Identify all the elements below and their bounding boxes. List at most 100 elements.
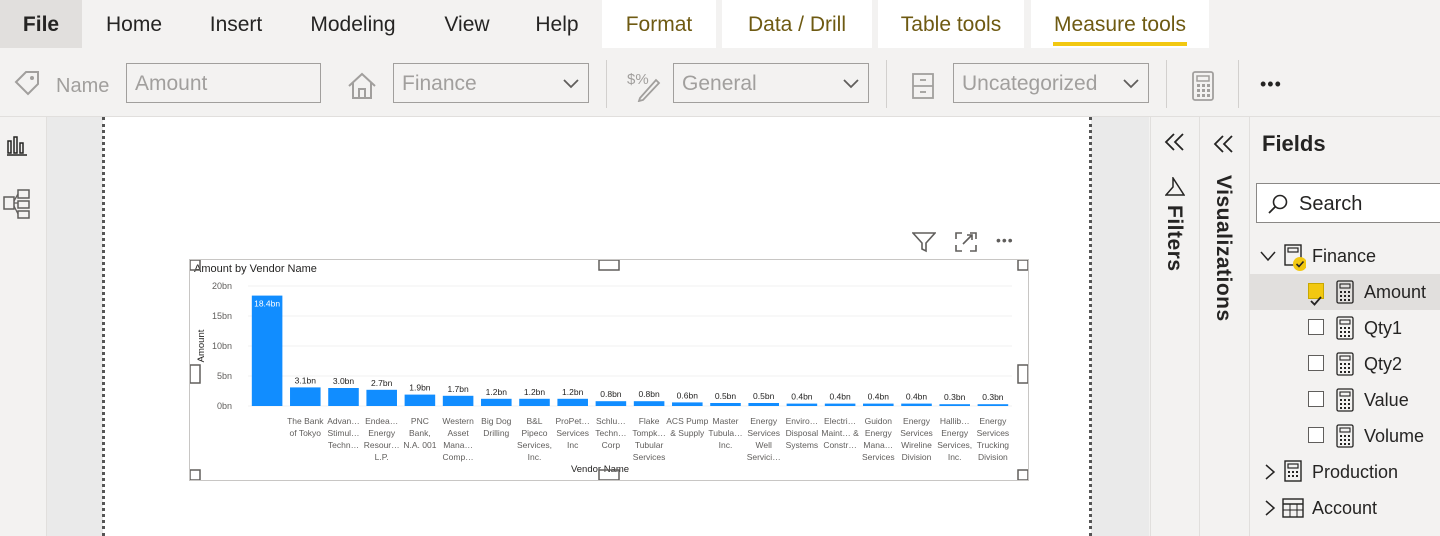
filters-pane-title: Filters <box>1163 205 1186 272</box>
calculator-icon <box>1336 352 1354 376</box>
bar-chart-svg: Amount by Vendor Name 0bn 5bn 10bn 15bn 20bn A… <box>189 259 1029 481</box>
table-name: Finance <box>1312 246 1377 266</box>
check-icon <box>1310 296 1322 306</box>
tab-table-tools[interactable]: Table tools <box>878 0 1024 48</box>
filter-icon[interactable] <box>911 231 937 258</box>
tab-format[interactable]: Format <box>602 0 716 48</box>
x-tick-label: Schlu… Techn… Corp <box>595 416 626 450</box>
x-tick-label: Master Tubula… Inc. <box>708 416 742 450</box>
search-icon <box>1268 194 1288 214</box>
y-tick-label: 10bn <box>212 341 232 351</box>
tab-insert[interactable]: Insert <box>196 0 276 48</box>
visualizations-pane[interactable]: Visualizations <box>1199 117 1250 536</box>
table-name: Account <box>1312 498 1378 518</box>
x-tick-label: Endea… Energy Resour… L.P. <box>364 416 400 462</box>
page-boundary-right <box>1089 117 1092 536</box>
x-tick-label: Electri… Maint… & Constr… <box>821 416 859 450</box>
svg-text:$%: $% <box>627 71 649 88</box>
data-label: 0.3bn <box>982 392 1004 402</box>
field-volume[interactable]: Volume <box>1250 418 1440 454</box>
field-checkbox[interactable] <box>1308 391 1324 407</box>
chevron-down-icon <box>1260 251 1276 262</box>
bar <box>901 403 932 406</box>
x-tick-label: B&L Pipeco Services, Inc. <box>517 416 552 462</box>
measure-toolbar: Name Amount Finance $% General Uncategor… <box>0 52 1440 117</box>
data-label: 0.4bn <box>868 392 890 402</box>
table-account[interactable]: Account <box>1250 490 1440 526</box>
bar <box>481 398 512 406</box>
report-view-icon[interactable] <box>5 133 29 162</box>
bar <box>977 404 1009 406</box>
tab-modeling[interactable]: Modeling <box>296 0 410 48</box>
model-view-icon[interactable] <box>3 189 31 224</box>
table-icon <box>1282 498 1304 518</box>
y-tick-label: 5bn <box>217 371 232 381</box>
table-finance[interactable]: Finance <box>1250 238 1440 274</box>
format-select[interactable]: General <box>673 63 869 103</box>
format-value: General <box>682 72 757 95</box>
chevron-right-icon <box>1265 500 1276 516</box>
data-label: 0.5bn <box>715 391 737 401</box>
resize-handle <box>598 259 620 271</box>
toolbar-separator <box>606 60 607 108</box>
bar <box>328 388 359 406</box>
data-label: 0.6bn <box>677 390 699 400</box>
tab-file[interactable]: File <box>0 0 82 48</box>
bar <box>251 295 283 406</box>
field-checkbox-checked[interactable] <box>1308 283 1324 306</box>
field-name: Qty2 <box>1364 354 1403 374</box>
bar <box>290 387 321 406</box>
calculator-icon[interactable] <box>1190 70 1216 107</box>
data-label: 2.7bn <box>371 378 393 388</box>
data-label: 0.8bn <box>638 389 660 399</box>
x-tick-label: Big Dog Drilling <box>481 416 512 438</box>
tab-help[interactable]: Help <box>522 0 592 48</box>
name-label: Name <box>56 75 110 97</box>
field-qty2[interactable]: Qty2 <box>1250 346 1440 382</box>
tab-data-drill[interactable]: Data / Drill <box>722 0 872 48</box>
chart-title: Amount by Vendor Name <box>194 263 317 275</box>
bar <box>404 394 436 406</box>
more-options-button[interactable]: ••• <box>1260 74 1282 95</box>
measure-table-icon <box>1284 460 1302 482</box>
field-value[interactable]: Value <box>1250 382 1440 418</box>
bar-chart-visual[interactable]: Amount by Vendor Name 0bn 5bn 10bn 15bn 20bn A… <box>189 259 1029 481</box>
x-tick-label: Energy Services Wireline Division <box>900 416 933 462</box>
bar <box>939 404 970 406</box>
collapse-visualizations-icon[interactable] <box>1212 133 1236 160</box>
field-amount[interactable]: Amount <box>1250 274 1440 310</box>
visual-more-options-button[interactable]: ••• <box>996 232 1014 248</box>
measure-name-input[interactable]: Amount <box>126 63 321 103</box>
field-checkbox[interactable] <box>1308 427 1324 443</box>
toolbar-separator <box>1166 60 1167 108</box>
field-checkbox[interactable] <box>1308 319 1324 335</box>
data-category-select[interactable]: Uncategorized <box>953 63 1149 103</box>
fields-pane: Fields Search Finance Amount Qty1 Qty2 V… <box>1249 117 1440 536</box>
tab-measure-tools[interactable]: Measure tools <box>1031 0 1209 48</box>
bar <box>863 403 894 406</box>
fields-search-input[interactable]: Search <box>1256 183 1440 223</box>
tab-measure-tools-label: Measure tools <box>1054 13 1186 36</box>
x-tick-label: ProPet… Services Inc <box>555 416 590 450</box>
field-qty1[interactable]: Qty1 <box>1250 310 1440 346</box>
bar <box>595 401 627 406</box>
tab-home[interactable]: Home <box>92 0 176 48</box>
focus-mode-icon[interactable] <box>954 231 978 258</box>
bar <box>710 403 741 406</box>
toolbar-separator <box>886 60 887 108</box>
bar <box>442 395 474 406</box>
collapse-filters-icon[interactable] <box>1163 131 1187 158</box>
x-tick-label: Advan… Stimul… Techn… <box>327 416 360 450</box>
data-label: 3.1bn <box>295 375 317 385</box>
data-label: 1.7bn <box>447 384 469 394</box>
table-production[interactable]: Production <box>1250 454 1440 490</box>
data-label: 1.2bn <box>524 387 546 397</box>
filters-pane[interactable]: Filters <box>1150 117 1199 536</box>
view-switcher-rail <box>0 117 47 536</box>
home-table-select[interactable]: Finance <box>393 63 589 103</box>
x-tick-label: Enviro… Disposal Systems <box>786 416 819 450</box>
home-table-value: Finance <box>402 72 477 95</box>
tab-view[interactable]: View <box>432 0 502 48</box>
resize-handle <box>189 364 201 384</box>
field-checkbox[interactable] <box>1308 355 1324 371</box>
